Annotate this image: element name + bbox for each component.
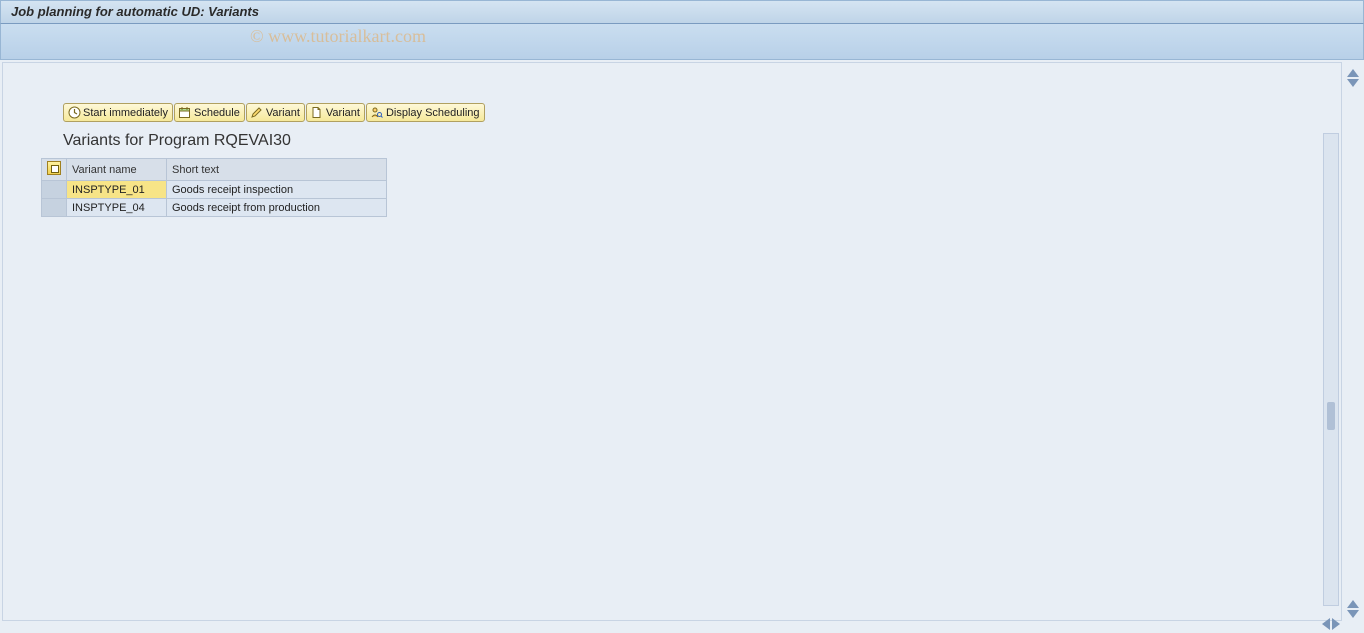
- scroll-up-icon[interactable]: [1347, 600, 1359, 608]
- cell-variant-name[interactable]: INSPTYPE_01: [67, 181, 167, 199]
- button-label: Schedule: [194, 107, 240, 119]
- application-toolbar: [0, 24, 1364, 60]
- pencil-icon: [250, 106, 264, 120]
- horizontal-scroll-indicator: [1322, 617, 1340, 631]
- start-immediately-button[interactable]: Start immediately: [63, 103, 173, 122]
- button-label: Display Scheduling: [386, 107, 480, 119]
- button-toolbar: Start immediately Schedule Variant Varia…: [41, 103, 591, 122]
- scroll-down-icon[interactable]: [1347, 610, 1359, 618]
- calendar-icon: [178, 106, 192, 120]
- button-label: Variant: [326, 107, 360, 119]
- variant-edit-button[interactable]: Variant: [246, 103, 305, 122]
- clock-icon: [67, 106, 81, 120]
- column-header-short-text[interactable]: Short text: [167, 159, 387, 181]
- window-title-bar: Job planning for automatic UD: Variants: [0, 0, 1364, 24]
- variant-new-button[interactable]: Variant: [306, 103, 365, 122]
- cell-short-text: Goods receipt from production: [167, 199, 387, 217]
- select-all-header[interactable]: [42, 159, 67, 181]
- scroll-down-icon[interactable]: [1347, 79, 1359, 87]
- cell-short-text: Goods receipt inspection: [167, 181, 387, 199]
- row-selector[interactable]: [42, 199, 67, 217]
- button-label: Start immediately: [83, 107, 168, 119]
- table-header-row: Variant name Short text: [42, 159, 387, 181]
- scroll-up-icon[interactable]: [1347, 69, 1359, 77]
- select-all-icon: [47, 161, 61, 175]
- document-icon: [310, 106, 324, 120]
- scrollbar-grip[interactable]: [1327, 402, 1335, 430]
- cell-variant-name[interactable]: INSPTYPE_04: [67, 199, 167, 217]
- section-title: Variants for Program RQEVAI30: [41, 126, 591, 158]
- row-selector[interactable]: [42, 181, 67, 199]
- scroll-right-icon[interactable]: [1332, 618, 1340, 630]
- variants-panel: Start immediately Schedule Variant Varia…: [41, 103, 591, 217]
- schedule-button[interactable]: Schedule: [174, 103, 245, 122]
- display-scheduling-button[interactable]: Display Scheduling: [366, 103, 485, 122]
- scroll-indicator-top: [1346, 68, 1360, 88]
- button-label: Variant: [266, 107, 300, 119]
- scroll-left-icon[interactable]: [1322, 618, 1330, 630]
- vertical-scrollbar[interactable]: [1323, 133, 1339, 606]
- scroll-indicator-bottom: [1346, 599, 1360, 619]
- column-header-variant-name[interactable]: Variant name: [67, 159, 167, 181]
- content-area: Start immediately Schedule Variant Varia…: [2, 62, 1342, 621]
- window-title: Job planning for automatic UD: Variants: [11, 4, 259, 19]
- person-search-icon: [370, 106, 384, 120]
- table-row[interactable]: INSPTYPE_04 Goods receipt from productio…: [42, 199, 387, 217]
- variants-table: Variant name Short text INSPTYPE_01 Good…: [41, 158, 387, 217]
- table-row[interactable]: INSPTYPE_01 Goods receipt inspection: [42, 181, 387, 199]
